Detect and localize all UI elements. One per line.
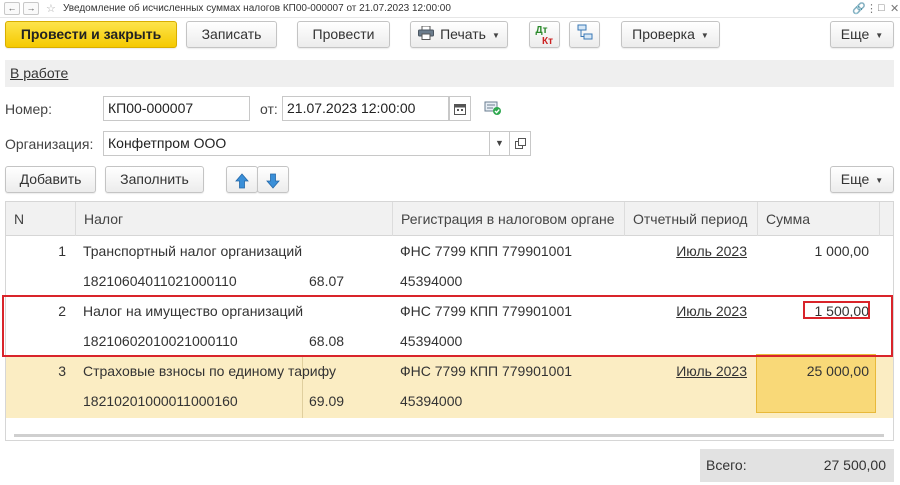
- print-button[interactable]: Печать ▼: [410, 21, 508, 48]
- check-label: Проверка: [632, 26, 695, 42]
- tax-name: Транспортный налог организаций: [83, 243, 303, 259]
- table-more-button[interactable]: Еще ▼: [830, 166, 894, 193]
- organization-open-button[interactable]: [509, 131, 531, 156]
- move-up-button[interactable]: [226, 166, 258, 193]
- chevron-down-icon: ▼: [875, 30, 884, 40]
- tax-kbk: 18210604011021000110: [83, 273, 237, 289]
- maximize-icon[interactable]: □: [878, 2, 885, 14]
- chevron-down-icon: ▼: [875, 175, 884, 185]
- column-header-sum[interactable]: Сумма: [757, 202, 879, 236]
- cell-divider: [302, 357, 303, 418]
- organization-field[interactable]: Конфетпром ООО: [103, 131, 491, 156]
- back-arrow-icon[interactable]: ←: [4, 2, 20, 15]
- scrollbar-track[interactable]: [14, 434, 884, 437]
- tax-period-link[interactable]: Июль 2023: [626, 363, 747, 379]
- printer-icon: [418, 23, 435, 48]
- tax-account: 68.07: [309, 273, 345, 289]
- title-bar: ← → ☆ Уведомление об исчисленных суммах …: [0, 0, 900, 18]
- column-header-registration[interactable]: Регистрация в налоговом органе: [392, 202, 624, 236]
- table-more-label: Еще: [840, 171, 870, 187]
- calendar-button[interactable]: [449, 96, 471, 121]
- total-panel: Всего: 27 500,00: [700, 449, 894, 482]
- document-structure-icon: [577, 23, 593, 48]
- column-header-n[interactable]: N: [6, 202, 75, 236]
- document-check-icon[interactable]: [484, 100, 502, 119]
- print-label: Печать: [440, 26, 486, 42]
- tax-registration: ФНС 7799 КПП 779901001: [400, 363, 573, 379]
- organization-label: Организация:: [5, 136, 94, 152]
- fill-button[interactable]: Заполнить: [105, 166, 204, 193]
- number-label: Номер:: [5, 101, 52, 117]
- dt-label: Дт: [535, 25, 548, 36]
- column-header-period[interactable]: Отчетный период: [624, 202, 757, 236]
- favorite-star-icon[interactable]: ☆: [46, 2, 56, 15]
- tax-name: Страховые взносы по единому тарифу: [83, 363, 336, 379]
- add-button[interactable]: Добавить: [5, 166, 96, 193]
- close-icon[interactable]: ✕: [890, 2, 899, 15]
- chevron-down-icon: ▼: [700, 30, 709, 40]
- link-icon[interactable]: 🔗: [852, 2, 866, 15]
- dt-kt-button[interactable]: Дт Кт: [529, 21, 560, 48]
- kt-label: Кт: [541, 36, 553, 47]
- open-form-icon: [514, 138, 526, 150]
- row-number: 3: [58, 363, 66, 379]
- tax-registration: ФНС 7799 КПП 779901001: [400, 243, 573, 259]
- save-button[interactable]: Записать: [186, 21, 277, 48]
- add-label: Добавить: [19, 171, 82, 187]
- tax-account: 69.09: [309, 393, 345, 409]
- column-header-tax[interactable]: Налог: [75, 202, 392, 236]
- row-highlight-frame: [2, 295, 893, 357]
- chevron-down-icon: ▼: [491, 30, 500, 40]
- horizontal-scrollbar[interactable]: [6, 431, 893, 440]
- tax-sum: 1 000,00: [814, 243, 870, 259]
- post-and-close-button[interactable]: Провести и закрыть: [5, 21, 177, 48]
- check-button[interactable]: Проверка ▼: [621, 21, 720, 48]
- table-header: N Налог Регистрация в налоговом органе О…: [6, 202, 893, 236]
- calendar-icon: [454, 103, 466, 115]
- tax-period-link[interactable]: Июль 2023: [626, 243, 747, 259]
- tax-kbk: 18210201000011000160: [83, 393, 238, 409]
- status-bar: В работе: [5, 60, 894, 87]
- post-label: Провести: [312, 26, 375, 42]
- chevron-down-icon: ▼: [495, 138, 504, 148]
- sum-highlight-frame: [803, 301, 870, 319]
- structure-button[interactable]: [569, 21, 600, 48]
- forward-arrow-icon[interactable]: →: [23, 2, 39, 15]
- arrow-up-icon: [235, 172, 249, 189]
- total-label: Всего:: [706, 457, 747, 473]
- table-row[interactable]: 1 Транспортный налог организаций 1821060…: [6, 237, 893, 298]
- organization-dropdown-button[interactable]: ▼: [489, 131, 510, 156]
- move-down-button[interactable]: [257, 166, 289, 193]
- fill-label: Заполнить: [120, 171, 189, 187]
- more-button[interactable]: Еще ▼: [830, 21, 894, 48]
- number-field[interactable]: КП00-000007: [103, 96, 250, 121]
- window-title: Уведомление об исчисленных суммах налого…: [63, 3, 451, 14]
- save-label: Записать: [201, 26, 262, 42]
- row-number: 1: [58, 243, 66, 259]
- post-and-close-label: Провести и закрыть: [20, 26, 162, 42]
- column-header-filler: [879, 202, 893, 236]
- post-button[interactable]: Провести: [297, 21, 390, 48]
- date-field[interactable]: 21.07.2023 12:00:00: [282, 96, 449, 121]
- more-vertical-icon[interactable]: ⋮: [866, 2, 877, 15]
- date-label: от:: [260, 101, 278, 117]
- arrow-down-icon: [266, 172, 280, 189]
- tax-sum: 25 000,00: [806, 363, 869, 379]
- status-link[interactable]: В работе: [10, 65, 68, 81]
- tax-oktmo: 45394000: [400, 393, 463, 409]
- dt-kt-icon: Дт Кт: [530, 25, 559, 47]
- more-label: Еще: [840, 26, 870, 42]
- total-value: 27 500,00: [823, 457, 886, 473]
- tax-oktmo: 45394000: [400, 273, 463, 289]
